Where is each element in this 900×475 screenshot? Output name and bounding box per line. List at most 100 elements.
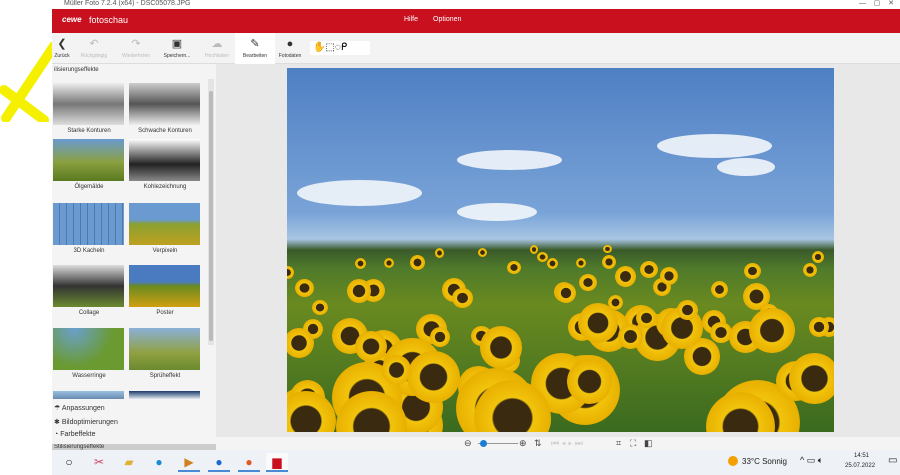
media-player-icon[interactable]: ▶ <box>178 453 200 472</box>
sort-icon[interactable]: ⇅ <box>534 438 542 449</box>
effect-thumbnail[interactable] <box>53 391 124 399</box>
fullscreen-icon[interactable]: ⛶ <box>630 438 636 449</box>
sunflower <box>287 266 294 279</box>
effect-thumbnail[interactable] <box>53 265 124 307</box>
effect-label: Poster <box>156 310 174 316</box>
sunflower <box>478 247 488 257</box>
effect-thumbnail[interactable] <box>129 139 200 181</box>
save-button[interactable]: ▣ Speichern... <box>157 35 197 59</box>
rect-select-icon[interactable]: ⬚ <box>325 42 334 53</box>
effect-label: Sprüheffekt <box>149 373 181 379</box>
sunflower <box>407 350 460 404</box>
sunflower <box>429 326 451 348</box>
effect-thumbnail[interactable] <box>53 139 124 181</box>
sunflower <box>748 307 795 354</box>
section-farbeffekte[interactable]: ◔ Farbeffekte <box>54 431 95 438</box>
sunflower-photo[interactable] <box>287 68 834 432</box>
windows-taskbar: ○ ✂ ▰ ● ▶ ● ● ▆ 33°C Sonnig ^ ▭ 🔈︎ 14:51… <box>52 450 900 475</box>
sunflower <box>546 257 558 269</box>
sunflower <box>640 260 658 279</box>
window-title: Müller Foto 7.2.4 (x64) - DSC05078.JPG <box>64 0 191 7</box>
navigation-icons[interactable]: ⏮ ◂ ▸ ⏭ <box>551 438 583 449</box>
effect-thumbnail[interactable] <box>53 328 124 370</box>
snipping-tool-icon[interactable]: ✂ <box>88 453 110 472</box>
sunflower <box>811 250 824 264</box>
menu-hilfe[interactable]: Hilfe <box>404 16 418 23</box>
crop-icon[interactable]: ⌗ <box>616 438 621 449</box>
clock-time[interactable]: 14:51 <box>854 453 869 459</box>
edit-icon: ✎ <box>250 38 260 50</box>
sunflower <box>556 283 576 303</box>
effect-thumbnail[interactable] <box>129 265 200 307</box>
redo-icon: ↷ <box>131 38 141 50</box>
sunflower <box>354 258 366 269</box>
sunflower <box>507 260 521 275</box>
sunflower <box>287 390 337 432</box>
effect-thumbnail[interactable] <box>53 83 124 125</box>
sunflower <box>744 262 761 280</box>
window-controls[interactable]: — ▢ ✕ <box>859 0 894 7</box>
redo-button[interactable]: ↷ Wiederholen <box>116 35 156 59</box>
upload-icon: ☁ <box>211 38 223 50</box>
effect-label: Schwache Konturen <box>138 128 192 134</box>
sunflower <box>529 245 539 254</box>
zoom-in-icon[interactable]: ⊕ <box>519 438 527 449</box>
effect-label: Starke Konturen <box>67 128 111 134</box>
effect-label: Collage <box>78 310 100 316</box>
upload-button[interactable]: ☁ Hochladen <box>197 35 237 59</box>
sunflower <box>615 266 637 287</box>
info-icon: ● <box>286 38 294 50</box>
sunflower <box>434 248 445 258</box>
effect-thumbnail[interactable] <box>129 328 200 370</box>
lasso-icon[interactable]: ᑭ <box>341 42 347 53</box>
weather-sun-icon <box>728 456 738 466</box>
effect-label: Kohlezeichnung <box>143 184 187 190</box>
hand-icon[interactable]: ✋ <box>313 42 325 53</box>
zoom-out-icon[interactable]: ⊖ <box>464 438 472 449</box>
sunflower <box>383 257 394 268</box>
edit-button[interactable]: ✎ Bearbeiten <box>235 33 275 64</box>
sunflower <box>381 354 412 385</box>
sunflower <box>347 278 372 303</box>
compare-icon[interactable]: ◧ <box>644 438 653 449</box>
zoom-slider-handle[interactable] <box>480 440 487 447</box>
undo-icon: ↶ <box>89 38 99 50</box>
thunderbird-icon[interactable]: ● <box>208 453 230 472</box>
sunflower <box>537 252 548 263</box>
effect-label: Wasserringe <box>72 373 106 379</box>
zoom-bar: ⊖ ⊕ ⇅ ⏮ ◂ ▸ ⏭ ⌗ ⛶ ◧ <box>216 437 900 450</box>
effect-thumbnail[interactable] <box>129 83 200 125</box>
file-explorer-icon[interactable]: ▰ <box>118 453 140 472</box>
undo-button[interactable]: ↶ Rückgängig <box>74 35 114 59</box>
section-anpassungen[interactable]: ☂ Anpassungen <box>54 404 105 412</box>
sunflower <box>355 330 387 363</box>
sunflower <box>602 255 617 270</box>
cewe-logo: cewe <box>62 15 82 24</box>
weather-text[interactable]: 33°C Sonnig <box>742 457 787 466</box>
effect-thumbnail[interactable] <box>129 203 200 245</box>
effects-sidebar: ilisierungseffekte Starke Konturen Schwac… <box>52 64 216 450</box>
effect-thumbnail[interactable] <box>53 203 124 245</box>
effect-thumbnail[interactable] <box>129 391 200 399</box>
sunflower <box>603 245 612 254</box>
clock-date[interactable]: 25.07.2022 <box>845 463 875 469</box>
firefox-icon[interactable]: ● <box>238 453 260 472</box>
app-icon[interactable]: ● <box>148 453 170 472</box>
sunflower <box>312 299 328 316</box>
cewe-app-icon[interactable]: ▆ <box>266 453 288 472</box>
effect-label: Ölgemälde <box>74 184 104 190</box>
notifications-icon[interactable]: ▭ <box>888 455 897 466</box>
sunflower <box>295 279 314 298</box>
toolbar: ❮ Zurück ↶ Rückgängig ↷ Wiederholen ▣ Speich… <box>52 33 900 64</box>
section-bildoptimierungen[interactable]: ✱ Bildoptimierungen <box>54 418 118 426</box>
sidebar-scrollbar[interactable] <box>208 79 214 345</box>
effect-label: 3D Kacheln <box>73 248 105 254</box>
effect-label: Verpixeln <box>152 248 178 254</box>
sunflower <box>709 321 732 344</box>
photo-info-button[interactable]: ● Fotodaten <box>270 35 310 59</box>
menu-optionen[interactable]: Optionen <box>433 16 461 23</box>
search-icon[interactable]: ○ <box>58 453 80 472</box>
sunflower <box>452 287 473 308</box>
sunflower <box>575 257 586 268</box>
tray-icons[interactable]: ^ ▭ 🔈︎ <box>800 455 823 466</box>
